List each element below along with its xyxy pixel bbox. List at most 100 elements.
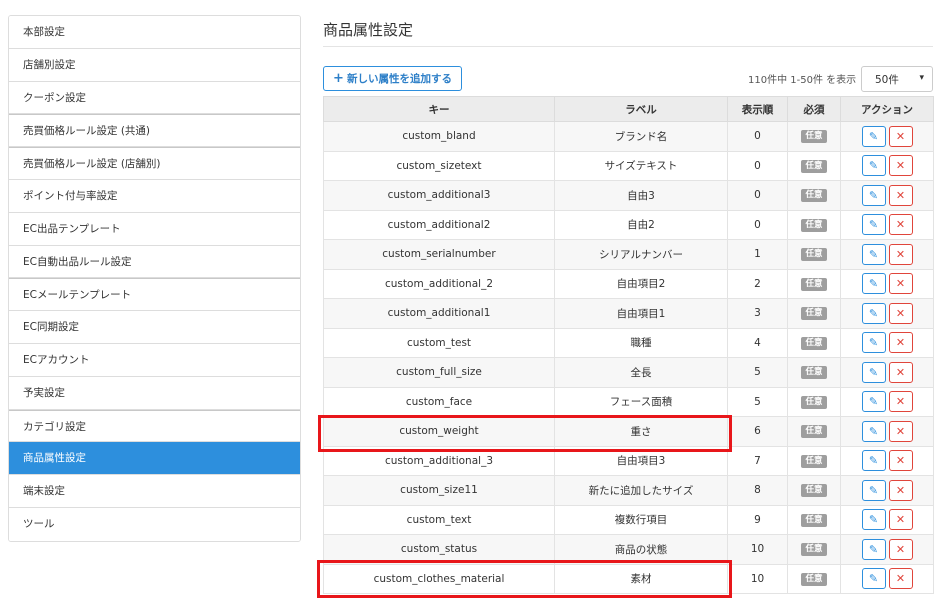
delete-button[interactable]: ✕ bbox=[888, 243, 913, 265]
sidebar-item-product-attributes[interactable]: 商品属性設定 bbox=[9, 442, 300, 476]
edit-button[interactable]: ✎ bbox=[861, 391, 886, 413]
cell-required: 任意 bbox=[787, 563, 841, 594]
column-header-label: ラベル bbox=[554, 96, 728, 122]
cell-actions: ✎ ✕ bbox=[840, 445, 934, 476]
edit-button[interactable]: ✎ bbox=[861, 302, 886, 324]
cell-key: custom_size11 bbox=[323, 475, 555, 506]
edit-button[interactable]: ✎ bbox=[861, 273, 886, 295]
delete-button[interactable]: ✕ bbox=[888, 450, 913, 472]
sidebar-item-category[interactable]: カテゴリ設定 bbox=[9, 409, 300, 443]
sidebar-item-ec-auto-listing[interactable]: EC自動出品ルール設定 bbox=[9, 245, 300, 279]
edit-button[interactable]: ✎ bbox=[861, 420, 886, 442]
cell-required: 任意 bbox=[787, 534, 841, 565]
edit-button[interactable]: ✎ bbox=[861, 568, 886, 590]
cell-required: 任意 bbox=[787, 298, 841, 329]
cell-required: 任意 bbox=[787, 209, 841, 240]
sidebar-item-store[interactable]: 店舗別設定 bbox=[9, 48, 300, 82]
close-icon: ✕ bbox=[895, 424, 906, 438]
cell-required: 任意 bbox=[787, 504, 841, 535]
column-header-action: アクション bbox=[840, 96, 934, 122]
required-badge: 任意 bbox=[801, 189, 827, 203]
sidebar-item-point-rate[interactable]: ポイント付与率設定 bbox=[9, 179, 300, 213]
cell-actions: ✎ ✕ bbox=[840, 534, 934, 565]
delete-button[interactable]: ✕ bbox=[888, 568, 913, 590]
row-actions: ✎ ✕ bbox=[845, 214, 929, 236]
sidebar-item-ec-sync[interactable]: EC同期設定 bbox=[9, 311, 300, 344]
row-actions: ✎ ✕ bbox=[845, 568, 929, 590]
delete-button[interactable]: ✕ bbox=[888, 538, 913, 560]
cell-order: 5 bbox=[727, 386, 788, 417]
chevron-down-icon: ▾ bbox=[919, 73, 924, 83]
pencil-icon: ✎ bbox=[868, 277, 879, 291]
required-badge: 任意 bbox=[801, 425, 827, 439]
column-header-order: 表示順 bbox=[727, 96, 788, 122]
cell-required: 任意 bbox=[787, 475, 841, 506]
edit-button[interactable]: ✎ bbox=[861, 361, 886, 383]
cell-required: 任意 bbox=[787, 268, 841, 299]
cell-label: ブランド名 bbox=[554, 121, 728, 152]
delete-button[interactable]: ✕ bbox=[888, 509, 913, 531]
add-attribute-button[interactable]: + 新しい属性を追加する bbox=[323, 66, 462, 91]
cell-order: 6 bbox=[727, 416, 788, 447]
pencil-icon: ✎ bbox=[868, 188, 879, 202]
sidebar-item-budget[interactable]: 予実設定 bbox=[9, 376, 300, 410]
sidebar-item-ec-template[interactable]: EC出品テンプレート bbox=[9, 212, 300, 246]
cell-order: 1 bbox=[727, 239, 788, 270]
delete-button[interactable]: ✕ bbox=[888, 184, 913, 206]
cell-order: 0 bbox=[727, 150, 788, 181]
edit-button[interactable]: ✎ bbox=[861, 155, 886, 177]
edit-button[interactable]: ✎ bbox=[861, 184, 886, 206]
sidebar-item-tools[interactable]: ツール bbox=[9, 507, 300, 541]
delete-button[interactable]: ✕ bbox=[888, 361, 913, 383]
edit-button[interactable]: ✎ bbox=[861, 243, 886, 265]
delete-button[interactable]: ✕ bbox=[888, 332, 913, 354]
edit-button[interactable]: ✎ bbox=[861, 450, 886, 472]
close-icon: ✕ bbox=[895, 306, 906, 320]
table-header-row: キー ラベル 表示順 必須 アクション bbox=[323, 96, 934, 122]
row-actions: ✎ ✕ bbox=[845, 509, 929, 531]
per-page-select[interactable]: 50件 ▾ bbox=[861, 66, 933, 92]
delete-button[interactable]: ✕ bbox=[888, 420, 913, 442]
required-badge: 任意 bbox=[801, 543, 827, 557]
cell-order: 0 bbox=[727, 209, 788, 240]
required-badge: 任意 bbox=[801, 307, 827, 321]
sidebar-item-coupon[interactable]: クーポン設定 bbox=[9, 81, 300, 115]
cell-required: 任意 bbox=[787, 327, 841, 358]
sidebar-item-ec-mail-template[interactable]: ECメールテンプレート bbox=[9, 278, 300, 312]
cell-required: 任意 bbox=[787, 357, 841, 388]
delete-button[interactable]: ✕ bbox=[888, 273, 913, 295]
sidebar-item-honbu[interactable]: 本部設定 bbox=[9, 16, 300, 49]
row-actions: ✎ ✕ bbox=[845, 302, 929, 324]
edit-button[interactable]: ✎ bbox=[861, 509, 886, 531]
edit-button[interactable]: ✎ bbox=[861, 479, 886, 501]
delete-button[interactable]: ✕ bbox=[888, 302, 913, 324]
row-actions: ✎ ✕ bbox=[845, 125, 929, 147]
delete-button[interactable]: ✕ bbox=[888, 214, 913, 236]
table-row: custom_additional3 自由3 0 任意 ✎ ✕ bbox=[323, 180, 934, 211]
cell-key: custom_text bbox=[323, 504, 555, 535]
close-icon: ✕ bbox=[895, 365, 906, 379]
cell-key: custom_additional1 bbox=[323, 298, 555, 329]
cell-actions: ✎ ✕ bbox=[840, 563, 934, 594]
edit-button[interactable]: ✎ bbox=[861, 214, 886, 236]
close-icon: ✕ bbox=[895, 483, 906, 497]
cell-required: 任意 bbox=[787, 150, 841, 181]
delete-button[interactable]: ✕ bbox=[888, 155, 913, 177]
sidebar-item-terminal[interactable]: 端末設定 bbox=[9, 475, 300, 508]
edit-button[interactable]: ✎ bbox=[861, 332, 886, 354]
sidebar-item-ec-account[interactable]: ECアカウント bbox=[9, 343, 300, 377]
sidebar-item-price-rule-store[interactable]: 売買価格ルール設定 (店舗別) bbox=[9, 147, 300, 180]
close-icon: ✕ bbox=[895, 542, 906, 556]
required-badge: 任意 bbox=[801, 248, 827, 262]
pencil-icon: ✎ bbox=[868, 483, 879, 497]
delete-button[interactable]: ✕ bbox=[888, 391, 913, 413]
sidebar-item-price-rule-common[interactable]: 売買価格ルール設定 (共通) bbox=[9, 114, 300, 148]
cell-key: custom_face bbox=[323, 386, 555, 417]
delete-button[interactable]: ✕ bbox=[888, 125, 913, 147]
required-badge: 任意 bbox=[801, 277, 827, 291]
cell-required: 任意 bbox=[787, 386, 841, 417]
delete-button[interactable]: ✕ bbox=[888, 479, 913, 501]
edit-button[interactable]: ✎ bbox=[861, 125, 886, 147]
close-icon: ✕ bbox=[895, 247, 906, 261]
edit-button[interactable]: ✎ bbox=[861, 538, 886, 560]
